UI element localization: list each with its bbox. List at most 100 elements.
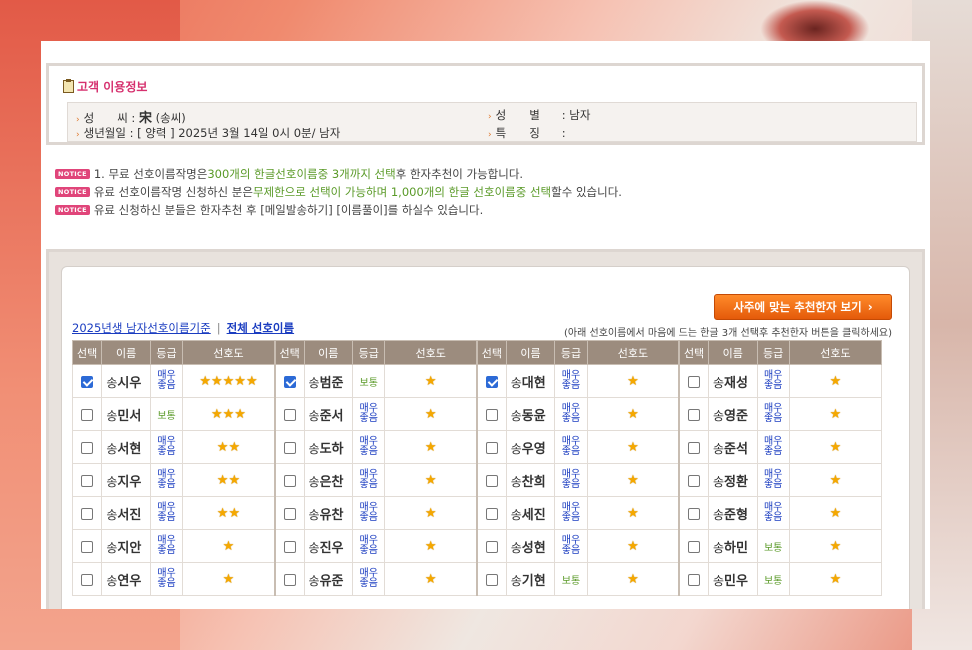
preference-stars: ★ [384, 562, 478, 596]
surname: 송 [510, 441, 522, 456]
star-icon: ★ [228, 505, 241, 521]
name-checkbox[interactable] [485, 507, 498, 520]
preference-stars: ★ [384, 529, 478, 563]
star-icon: ★ [222, 538, 235, 554]
surname: 송 [510, 408, 522, 423]
surname: 송 [308, 375, 320, 390]
star-icon: ★ [216, 439, 229, 455]
preference-stars: ★ [384, 496, 478, 530]
surname: 송 [106, 375, 118, 390]
name-checkbox[interactable] [283, 408, 296, 421]
preference-stars: ★ [384, 463, 478, 497]
star-icon: ★ [228, 472, 241, 488]
recommend-hanja-button[interactable]: 사주에 맞는 추천한자 보기 › [714, 294, 892, 320]
name-checkbox[interactable] [485, 375, 498, 388]
name-checkbox[interactable] [688, 441, 701, 454]
link-all-names[interactable]: 전체 선호이름 [227, 321, 294, 335]
star-icon: ★ [829, 571, 842, 587]
name-checkbox[interactable] [81, 573, 94, 586]
name-checkbox[interactable] [688, 573, 701, 586]
name-checkbox[interactable] [81, 441, 94, 454]
chevron-right-icon: › [867, 300, 873, 314]
name-checkbox[interactable] [81, 540, 94, 553]
name-checkbox[interactable] [283, 441, 296, 454]
name-list-inner: 사주에 맞는 추천한자 보기 › 2025년생 남자선호이름기준 | 전체 선호이름… [61, 266, 910, 609]
special-row: › 특 징: [488, 126, 566, 140]
given-name: 도하 [319, 441, 344, 457]
notice-text: 유료 신청하신 분들은 한자추천 후 [메일발송하기] [이름풀이]를 하실수 … [93, 203, 484, 217]
surname: 송 [712, 474, 725, 489]
preference-stars: ★★ [182, 496, 276, 530]
notice-item: NOTICE 유료 선호이름작명 신청하신 분은 무제한으로 선택이 가능하며 1,… [55, 183, 925, 201]
name-checkbox[interactable] [688, 540, 701, 553]
star-icon: ★ [829, 472, 842, 488]
surname: 송 [712, 441, 725, 456]
notice-badge: NOTICE [55, 169, 90, 179]
column-header: 선호도 [586, 340, 681, 365]
column-header: 선택 [678, 340, 709, 365]
column-header: 선택 [71, 340, 103, 365]
given-name: 우영 [521, 441, 546, 457]
surname: 송 [106, 507, 118, 522]
column-header: 등급 [554, 340, 588, 365]
name-checkbox[interactable] [81, 408, 94, 421]
star-icon: ★ [210, 373, 223, 389]
given-name: 유준 [319, 573, 344, 589]
grade-label: 보통 [157, 410, 176, 422]
birth-row: › 생년월일 : [ 양력 ] 2025년 3월 14일 0시 0분/ 남자 [76, 126, 341, 140]
preference-stars: ★ [384, 397, 478, 431]
name-checkbox[interactable] [283, 474, 296, 487]
grade-label: 매우좋음 [359, 403, 378, 424]
link-year-names[interactable]: 2025년생 남자선호이름기준 [72, 321, 211, 335]
name-checkbox[interactable] [283, 375, 296, 388]
column-header: 등급 [149, 340, 184, 365]
name-checkbox[interactable] [283, 573, 296, 586]
star-icon: ★ [627, 472, 639, 488]
name-checkbox[interactable] [283, 507, 296, 520]
name-checkbox[interactable] [688, 474, 701, 487]
name-checkbox[interactable] [283, 540, 296, 553]
clipboard-icon [63, 79, 74, 93]
surname: 송 [510, 375, 522, 390]
notice-badge: NOTICE [55, 205, 90, 215]
name-checkbox[interactable] [81, 375, 94, 388]
grade-label: 매우좋음 [561, 436, 581, 457]
grade-label: 매우좋음 [763, 469, 783, 490]
name-checkbox[interactable] [485, 540, 498, 553]
name-checkbox[interactable] [485, 573, 498, 586]
name-checkbox[interactable] [485, 441, 498, 454]
notice-list: NOTICE 1. 무료 선호이름작명은 300개의 한글선호이름중 3개까지 선… [55, 165, 925, 219]
given-name: 서현 [117, 441, 142, 457]
table-row: 송서현 매우좋음 ★★ 송도하 매우좋음 ★ 송우영 매우좋음 ★ 송준석 매우좋음 ★ [71, 430, 883, 464]
name-checkbox[interactable] [688, 507, 701, 520]
star-icon: ★ [228, 439, 241, 455]
name-checkbox[interactable] [81, 507, 94, 520]
preference-stars: ★ [586, 496, 681, 530]
given-name: 서진 [117, 507, 142, 523]
preference-stars: ★ [788, 562, 883, 596]
star-icon: ★ [424, 571, 437, 587]
preference-stars: ★★★★★ [182, 364, 276, 398]
notice-text: 후 한자추천이 가능합니다. [395, 167, 524, 181]
preference-stars: ★ [586, 430, 681, 464]
customer-info-title: 고객 이용정보 [63, 78, 147, 95]
notice-text: 할수 있습니다. [551, 185, 622, 199]
column-header: 이름 [505, 340, 556, 365]
given-name: 지안 [117, 540, 142, 556]
surname: 송 [712, 507, 725, 522]
given-name: 기현 [521, 573, 546, 589]
grade-label: 매우좋음 [561, 370, 581, 391]
grade-label: 매우좋음 [359, 568, 378, 589]
name-checkbox[interactable] [81, 474, 94, 487]
preference-stars: ★★ [182, 430, 276, 464]
surname: 송 [712, 540, 725, 555]
star-icon: ★ [829, 505, 842, 521]
name-checkbox[interactable] [688, 375, 701, 388]
name-checkbox[interactable] [485, 474, 498, 487]
surname: 송 [106, 573, 118, 588]
customer-info-box: 고객 이용정보 › 성 씨 : 宋 (송씨) › 성 별: 남자 › 생년월일 : [… [46, 63, 925, 145]
preference-stars: ★ [384, 430, 478, 464]
grade-label: 매우좋음 [157, 469, 176, 490]
name-checkbox[interactable] [688, 408, 701, 421]
name-checkbox[interactable] [485, 408, 498, 421]
